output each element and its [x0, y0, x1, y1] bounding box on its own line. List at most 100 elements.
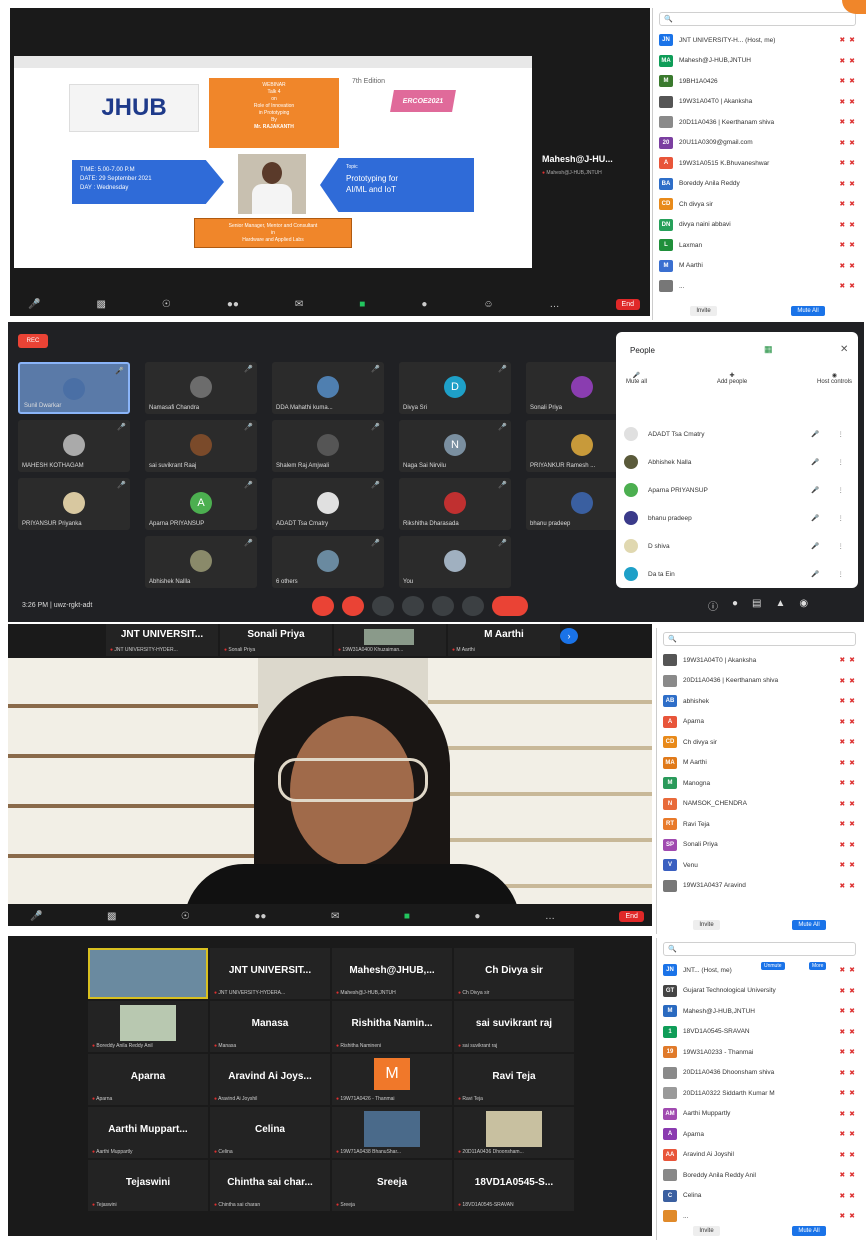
participant-row[interactable]: 20D11A0436 Dhoonsham shiva ✖ ✖	[657, 1063, 862, 1084]
participant-row[interactable]: L Laxman ✖ ✖	[653, 235, 862, 256]
participant-thumbnail[interactable]: Sonali Priya ● Sonali Priya	[220, 624, 332, 656]
security-icon[interactable]: ☉	[162, 299, 171, 310]
gallery-tile[interactable]: ● 20D11A0436 Dhoonsham...	[454, 1107, 574, 1158]
find-participant-input[interactable]: 🔍	[663, 942, 856, 956]
more-vert-icon[interactable]: ⋮	[838, 514, 845, 522]
record-icon[interactable]: ●	[474, 911, 480, 922]
participant-row[interactable]: 19 19W31A0233 - Thanmai ✖ ✖	[657, 1042, 862, 1063]
participant-row[interactable]: JN JNT... (Host, me) ✖ ✖	[657, 960, 862, 981]
meet-participant-tile[interactable]: 🎤 ADADT Tsa Cmatry	[272, 478, 384, 530]
participant-row[interactable]: V Venu ✖ ✖	[657, 855, 862, 876]
participant-row[interactable]: AM Aarthi Muppartly ✖ ✖	[657, 1104, 862, 1125]
people-toggle-icon[interactable]: ▦	[764, 344, 773, 355]
more-icon[interactable]: …	[550, 299, 560, 310]
more-icon[interactable]: …	[545, 911, 555, 922]
participant-row[interactable]: 19W31A0437 Aravind ✖ ✖	[657, 876, 862, 897]
gallery-tile[interactable]: Mahesh@JHUB,... ● Mahesh@J-HUB,JNTUH	[332, 948, 452, 999]
participant-thumbnail[interactable]: ● 19W31A0400 Khuzaiman...	[334, 624, 446, 656]
participant-row[interactable]: CD Ch divya sir ✖ ✖	[653, 194, 862, 215]
mute-all-button[interactable]: Mute All	[792, 920, 826, 930]
people-row[interactable]: D shiva 🎤 ⋮	[624, 532, 852, 560]
participant-row[interactable]: 20D11A0436 | Keerthanam shiva ✖ ✖	[657, 671, 862, 692]
gallery-tile[interactable]: Celina ● Celina	[210, 1107, 330, 1158]
info-icon[interactable]: ⓘ	[708, 598, 718, 613]
gallery-tile[interactable]: 18VD1A0545-S... ● 18VD1A0545-SRAVAN	[454, 1160, 574, 1211]
security-icon[interactable]: ☉	[181, 911, 190, 922]
mute-all-button[interactable]: Mute All	[791, 306, 825, 316]
people-icon[interactable]: ●	[732, 598, 738, 613]
add-people-action[interactable]: ✚ Add people	[717, 372, 747, 385]
gallery-tile[interactable]: Rishitha Namin... ● Rishitha Namineni	[332, 1001, 452, 1052]
meet-participant-tile[interactable]: 🎤 Rikshitha Dharasada	[399, 478, 511, 530]
meet-participant-tile[interactable]: 🎤 You	[399, 536, 511, 588]
gallery-tile[interactable]: ● 19W71A0438 BhanuShar...	[332, 1107, 452, 1158]
mic-toggle-icon[interactable]	[312, 596, 334, 616]
participant-row[interactable]: A Aparna ✖ ✖	[657, 1124, 862, 1145]
participant-row[interactable]: DN divya naini abbavi ✖ ✖	[653, 215, 862, 236]
video-icon[interactable]: ▩	[96, 299, 105, 310]
gallery-tile[interactable]: sai suvikrant raj ● sai suvikrant raj	[454, 1001, 574, 1052]
raise-hand-icon[interactable]	[402, 596, 424, 616]
participant-row[interactable]: MA M Aarthi ✖ ✖	[657, 753, 862, 774]
meet-participant-tile[interactable]: 🎤 Sunil Dwarkar	[18, 362, 130, 414]
participant-row[interactable]: N NAMSOK_CHENDRA ✖ ✖	[657, 794, 862, 815]
participant-row[interactable]: JN JNT UNIVERSITY-H... (Host, me) ✖ ✖	[653, 30, 862, 51]
gallery-tile[interactable]: Ravi Teja ● Ravi Teja	[454, 1054, 574, 1105]
more-vert-icon[interactable]: ⋮	[838, 542, 845, 550]
more-badge[interactable]: More	[809, 962, 827, 970]
participant-row[interactable]: GT Gujarat Technological University ✖ ✖	[657, 981, 862, 1002]
gallery-tile[interactable]: Sreeja ● Sreeja	[332, 1160, 452, 1211]
participant-row[interactable]: Boreddy Anila Reddy Anil ✖ ✖	[657, 1165, 862, 1186]
more-options-icon[interactable]	[462, 596, 484, 616]
chat-icon[interactable]: ▤	[752, 598, 761, 613]
meet-participant-tile[interactable]: A 🎤 Aparna PRIYANSUP	[145, 478, 257, 530]
participants-icon[interactable]: ●●	[227, 299, 239, 310]
people-row[interactable]: Abhishek Nalla 🎤 ⋮	[624, 448, 852, 476]
more-vert-icon[interactable]: ⋮	[838, 570, 845, 578]
participant-row[interactable]: A 19W31A0515 K.Bhuvaneshwar ✖ ✖	[653, 153, 862, 174]
participant-row[interactable]: C Celina ✖ ✖	[657, 1186, 862, 1207]
close-icon[interactable]: ✕	[840, 344, 848, 355]
participant-row[interactable]: M M Aarthi ✖ ✖	[653, 256, 862, 277]
meet-participant-tile[interactable]: 🎤 DDA Mahathi kuma...	[272, 362, 384, 414]
mute-all-button[interactable]: Mute All	[792, 1226, 826, 1236]
participant-row[interactable]: 19W31A04T0 | Akanksha ✖ ✖	[657, 650, 862, 671]
gallery-tile[interactable]: Ch Divya sir ● Ch Divya sir	[454, 948, 574, 999]
meet-participant-tile[interactable]: 🎤 Shalem Raj Amjwali	[272, 420, 384, 472]
participant-thumbnail[interactable]: JNT UNIVERSIT... ● JNT UNIVERSITY-HYDER..…	[106, 624, 218, 656]
meet-participant-tile[interactable]: 🎤 Abhishek Nallla	[145, 536, 257, 588]
people-row[interactable]: Aparna PRIYANSUP 🎤 ⋮	[624, 476, 852, 504]
meet-participant-tile[interactable]: 🎤 MAHESH KOTHAGAM	[18, 420, 130, 472]
record-icon[interactable]: ●	[421, 299, 427, 310]
host-controls-icon[interactable]: ◉	[799, 598, 808, 613]
participant-row[interactable]: RT Ravi Teja ✖ ✖	[657, 814, 862, 835]
participants-icon[interactable]: ●●	[254, 911, 266, 922]
meet-participant-tile[interactable]: N 🎤 Naga Sai Nirvilu	[399, 420, 511, 472]
gallery-tile[interactable]: Chintha sai char... ● Chintha sai charan	[210, 1160, 330, 1211]
camera-toggle-icon[interactable]	[342, 596, 364, 616]
captions-icon[interactable]	[372, 596, 394, 616]
next-page-icon[interactable]: ›	[560, 628, 578, 644]
participant-row[interactable]: AA Aravind Ai Joyshil ✖ ✖	[657, 1145, 862, 1166]
participant-row[interactable]: 20D11A0322 Siddarth Kumar M ✖ ✖	[657, 1083, 862, 1104]
participant-row[interactable]: MA Mahesh@J-HUB,JNTUH ✖ ✖	[653, 51, 862, 72]
end-meeting-button[interactable]: End	[615, 298, 640, 310]
participant-row[interactable]: M 19BH1A0426 ✖ ✖	[653, 71, 862, 92]
gallery-tile[interactable]: Aravind Ai Joys... ● Aravind Ai Joyshil	[210, 1054, 330, 1105]
mute-all-action[interactable]: 🎤 Mute all	[626, 372, 647, 385]
gallery-tile[interactable]: ● Boreddy Anila Reddy Anil	[88, 1001, 208, 1052]
more-vert-icon[interactable]: ⋮	[838, 486, 845, 494]
participant-row[interactable]: 19W31A04T0 | Akanksha ✖ ✖	[653, 92, 862, 113]
video-icon[interactable]: ▩	[107, 911, 116, 922]
meet-participant-tile[interactable]: D 🎤 Divya Sri	[399, 362, 511, 414]
leave-call-icon[interactable]	[492, 596, 528, 616]
present-icon[interactable]	[432, 596, 454, 616]
end-meeting-button[interactable]: End	[619, 910, 644, 922]
host-controls-action[interactable]: ◉ Host controls	[817, 372, 852, 385]
participant-row[interactable]: M Manogna ✖ ✖	[657, 773, 862, 794]
share-screen-icon[interactable]: ■	[404, 911, 410, 922]
participant-thumbnail[interactable]: M Aarthi ● M Aarthi	[448, 624, 560, 656]
participant-row[interactable]: ... ✖ ✖	[657, 1206, 862, 1227]
mute-icon[interactable]: 🎤	[28, 299, 40, 310]
gallery-tile[interactable]: Tejaswini ● Tejaswini	[88, 1160, 208, 1211]
